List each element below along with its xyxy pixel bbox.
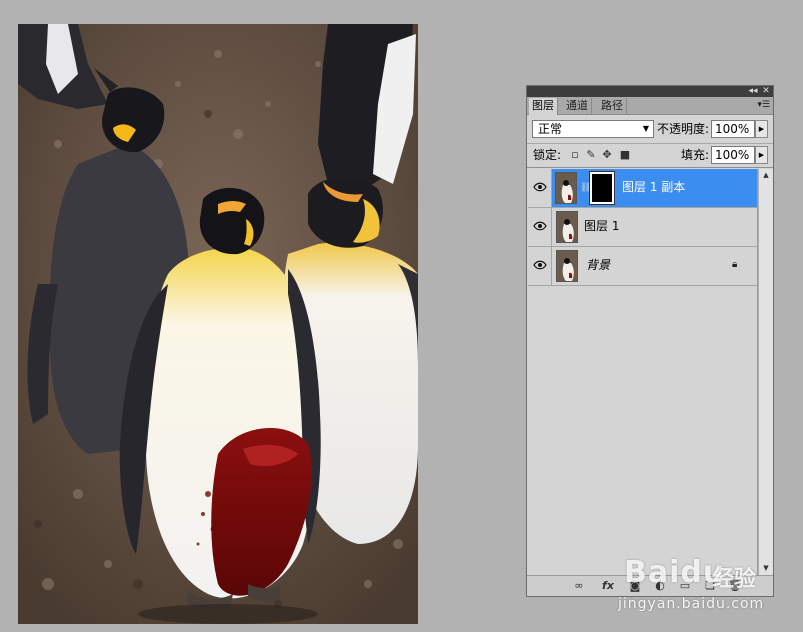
opacity-slider-button[interactable]: ▶ <box>755 120 768 138</box>
scroll-down-icon[interactable]: ▼ <box>759 562 773 575</box>
visibility-toggle[interactable] <box>528 169 552 207</box>
layer-thumbnail <box>556 250 578 282</box>
opacity-input[interactable]: 100% <box>711 120 755 138</box>
chevron-down-icon: ▼ <box>642 124 649 133</box>
panel-title-bar[interactable]: ◂◂ ✕ <box>527 86 773 97</box>
eye-icon <box>533 221 547 231</box>
layer-mask-thumbnail[interactable] <box>589 171 615 205</box>
document-canvas[interactable] <box>18 24 418 624</box>
fill-input[interactable]: 100% <box>711 146 755 164</box>
layer-row-layer1[interactable]: 图层 1 <box>528 208 757 247</box>
add-mask-icon[interactable]: ◙ <box>627 578 643 594</box>
eye-icon <box>533 182 547 192</box>
layer-row-background[interactable]: 背景 🔒︎ <box>528 247 757 286</box>
lock-transparent-icon[interactable]: ▫ <box>569 149 581 161</box>
blend-mode-value: 正常 <box>538 122 563 136</box>
adjustment-layer-icon[interactable]: ◐ <box>652 578 668 594</box>
scroll-up-icon[interactable]: ▲ <box>759 169 773 182</box>
link-layers-icon[interactable]: ∞ <box>571 578 587 594</box>
new-group-icon[interactable]: ▭ <box>677 578 693 594</box>
opacity-label: 不透明度: <box>657 122 710 136</box>
divider <box>527 143 773 144</box>
layer-row-copy[interactable]: ⛓ 图层 1 副本 <box>528 169 757 208</box>
tab-layers[interactable]: 图层 <box>529 98 558 115</box>
visibility-toggle[interactable] <box>528 247 552 285</box>
tab-paths[interactable]: 路径 <box>598 98 627 114</box>
layers-panel: ◂◂ ✕ 图层 通道 路径 ▾☰ 正常 ▼ 不透明度: 100% ▶ 锁定: ▫… <box>526 85 774 597</box>
layer-name: 图层 1 副本 <box>622 180 686 194</box>
panel-footer: ∞ fx ◙ ◐ ▭ ❏ 🗑︎ <box>527 575 773 596</box>
layer-thumbnail <box>555 172 577 204</box>
lock-icon: 🔒︎ <box>732 259 738 270</box>
layers-list: ⛓ 图层 1 副本 图层 1 背景 🔒︎ <box>528 169 758 575</box>
blend-mode-select[interactable]: 正常 ▼ <box>532 120 654 138</box>
new-layer-icon[interactable]: ❏ <box>702 578 718 594</box>
visibility-toggle[interactable] <box>528 208 552 246</box>
eye-icon <box>533 260 547 270</box>
fx-icon[interactable]: fx <box>600 578 616 594</box>
layer-thumbnail <box>556 211 578 243</box>
divider <box>527 167 773 168</box>
layer-name: 图层 1 <box>584 219 620 233</box>
lock-all-icon[interactable]: ■ <box>619 149 631 161</box>
lock-move-icon[interactable]: ✥ <box>601 149 613 161</box>
panel-tabs: 图层 通道 路径 ▾☰ <box>527 97 773 115</box>
lock-paint-icon[interactable]: ✎ <box>585 149 597 161</box>
collapse-icon[interactable]: ◂◂ <box>747 86 759 97</box>
delete-layer-icon[interactable]: 🗑︎ <box>727 578 743 594</box>
layers-scrollbar[interactable]: ▲ ▼ <box>758 169 773 575</box>
fill-label: 填充: <box>681 148 710 162</box>
watermark-url: jingyan.baidu.com <box>618 596 765 612</box>
lock-label: 锁定: <box>533 148 562 162</box>
fill-slider-button[interactable]: ▶ <box>755 146 768 164</box>
penguins-image <box>18 24 418 624</box>
tab-channels[interactable]: 通道 <box>563 98 592 114</box>
close-icon[interactable]: ✕ <box>760 86 772 97</box>
panel-menu-icon[interactable]: ▾☰ <box>757 98 770 113</box>
layer-name: 背景 <box>586 258 611 272</box>
